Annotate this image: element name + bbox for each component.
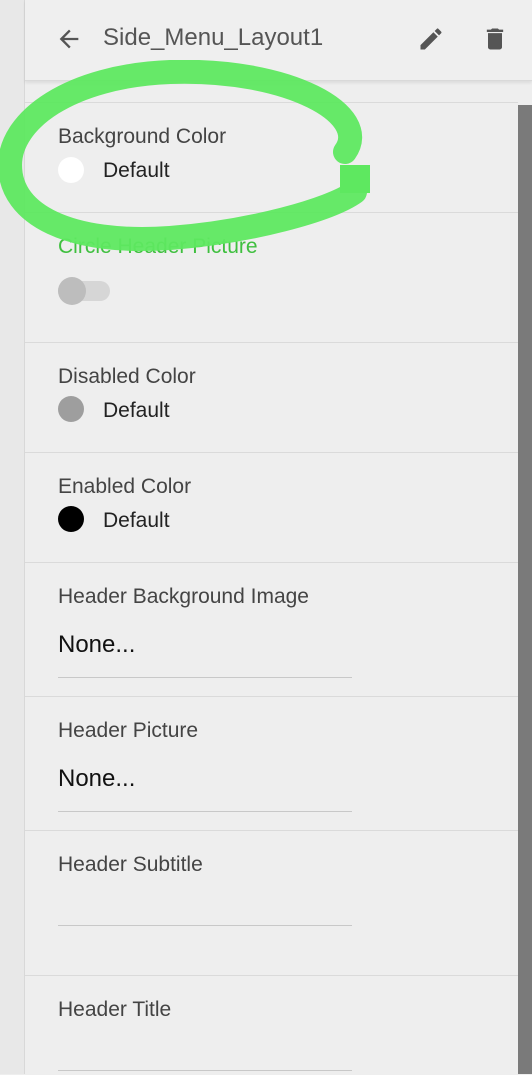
field-underline (58, 1070, 352, 1071)
toggle-knob (58, 277, 86, 305)
property-background-color[interactable]: Background Color Default (25, 102, 518, 213)
left-edge-strip (0, 0, 25, 1074)
color-swatch[interactable] (58, 396, 84, 422)
arrow-back-icon[interactable] (55, 25, 83, 53)
property-disabled-color[interactable]: Disabled Color Default (25, 342, 518, 453)
field-underline (58, 811, 352, 812)
panel-header: Side_Menu_Layout1 (25, 0, 532, 81)
color-value: Default (103, 399, 170, 422)
scrollbar[interactable] (518, 105, 532, 1074)
color-swatch[interactable] (58, 506, 84, 532)
property-label: Circle Header Picture (58, 235, 258, 258)
property-header-picture: Header Picture None... (25, 696, 518, 831)
property-label: Header Picture (58, 719, 199, 742)
trash-icon[interactable] (481, 25, 509, 53)
property-label: Enabled Color (58, 475, 192, 498)
page-title: Side_Menu_Layout1 (103, 24, 324, 51)
circle-header-toggle[interactable] (58, 277, 110, 305)
property-header-background-image: Header Background Image None... (25, 562, 518, 697)
color-swatch[interactable] (58, 157, 84, 183)
field-underline (58, 677, 352, 678)
color-value: Default (103, 159, 170, 182)
image-picker[interactable]: None... (58, 631, 135, 659)
property-header-subtitle: Header Subtitle (25, 830, 518, 976)
property-label: Header Background Image (58, 585, 309, 608)
header-title-input[interactable] (58, 1036, 352, 1070)
property-label: Background Color (58, 125, 227, 148)
field-underline (58, 925, 352, 926)
property-label: Header Title (58, 998, 172, 1021)
color-value: Default (103, 509, 170, 532)
property-label: Header Subtitle (58, 853, 203, 876)
image-picker[interactable]: None... (58, 765, 135, 793)
property-label: Disabled Color (58, 365, 196, 388)
property-header-title: Header Title (25, 975, 518, 1075)
pencil-icon[interactable] (417, 25, 445, 53)
header-subtitle-input[interactable] (58, 891, 352, 925)
property-enabled-color[interactable]: Enabled Color Default (25, 452, 518, 563)
property-circle-header-picture: Circle Header Picture (25, 212, 518, 343)
